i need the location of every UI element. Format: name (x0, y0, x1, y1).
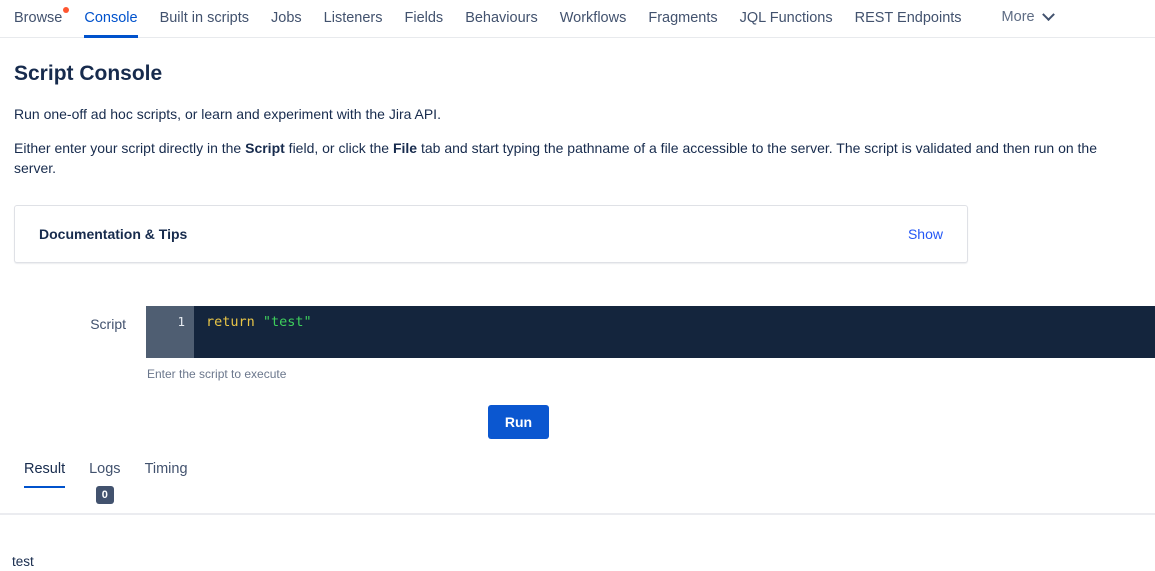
nav-item-label: Behaviours (465, 10, 538, 26)
nav-item-jql-functions[interactable]: JQL Functions (729, 0, 844, 38)
tab-label: Logs (89, 461, 121, 477)
script-helper-text: Enter the script to execute (147, 367, 287, 381)
script-editor-wrapper: 1 return "test" Enter the script to exec… (146, 306, 1155, 382)
nav-item-behaviours[interactable]: Behaviours (454, 0, 549, 38)
page-content: Script Console Run one-off ad hoc script… (0, 60, 1155, 263)
main-navigation: Browse Console Built in scripts Jobs Lis… (0, 0, 1155, 38)
nav-item-browse[interactable]: Browse (14, 0, 73, 38)
intro-text-part-2: field, or click the (284, 140, 393, 156)
script-editor[interactable]: 1 return "test" (146, 306, 1155, 358)
nav-item-rest-endpoints[interactable]: REST Endpoints (844, 0, 973, 38)
code-keyword-return: return (206, 314, 263, 330)
script-code-area[interactable]: return "test" (194, 306, 1155, 358)
nav-item-built-in-scripts[interactable]: Built in scripts (149, 0, 260, 38)
nav-item-console[interactable]: Console (73, 0, 148, 38)
nav-item-label: Console (84, 10, 138, 26)
nav-item-jobs[interactable]: Jobs (260, 0, 313, 38)
intro-text-part-1: Either enter your script directly in the (14, 140, 246, 156)
logs-count-badge: 0 (95, 486, 114, 504)
documentation-show-toggle[interactable]: Show (908, 226, 943, 242)
code-string-literal: "test" (262, 314, 312, 330)
tab-label: Timing (144, 461, 188, 477)
tab-logs[interactable]: Logs 0 (77, 460, 132, 513)
page-title: Script Console (14, 62, 163, 85)
tabs-divider (0, 513, 1155, 515)
run-button-row: Run (0, 405, 1155, 439)
nav-item-label: Built in scripts (159, 10, 250, 26)
nav-item-label: REST Endpoints (854, 10, 962, 26)
intro-bold-file: File (392, 140, 418, 156)
script-field-row: Script 1 return "test" Enter the script … (0, 306, 1155, 382)
nav-item-label: Browse (14, 10, 63, 26)
nav-item-label: Fields (404, 10, 444, 26)
nav-item-listeners[interactable]: Listeners (313, 0, 394, 38)
result-tabs-section: Result Logs 0 Timing (0, 460, 1155, 515)
nav-item-label: JQL Functions (739, 10, 833, 26)
page-intro-line-1: Run one-off ad hoc scripts, or learn and… (14, 106, 441, 122)
result-tabs: Result Logs 0 Timing (0, 460, 1155, 513)
nav-item-fields[interactable]: Fields (394, 0, 455, 38)
documentation-tips-panel: Documentation & Tips Show (14, 205, 968, 263)
page-intro-line-2: Either enter your script directly in the… (14, 138, 1141, 178)
chevron-down-icon (1041, 7, 1055, 21)
documentation-tips-title: Documentation & Tips (39, 226, 188, 242)
result-output-text: test (12, 554, 34, 569)
run-button[interactable]: Run (487, 405, 550, 439)
nav-more-dropdown[interactable]: More (991, 0, 1064, 36)
tab-result[interactable]: Result (12, 460, 77, 488)
editor-line-numbers: 1 (146, 306, 194, 358)
nav-item-label: Jobs (271, 10, 302, 26)
tab-timing[interactable]: Timing (133, 460, 200, 488)
nav-item-label: Workflows (559, 10, 627, 26)
nav-item-fragments[interactable]: Fragments (637, 0, 728, 38)
nav-item-label: Fragments (648, 10, 718, 26)
notification-dot-icon (63, 7, 70, 13)
nav-more-label: More (1001, 9, 1035, 25)
nav-item-label: Listeners (323, 10, 383, 26)
nav-item-workflows[interactable]: Workflows (549, 0, 638, 38)
tab-label: Result (24, 461, 66, 477)
script-field-label: Script (90, 316, 126, 332)
intro-bold-script: Script (245, 140, 285, 156)
